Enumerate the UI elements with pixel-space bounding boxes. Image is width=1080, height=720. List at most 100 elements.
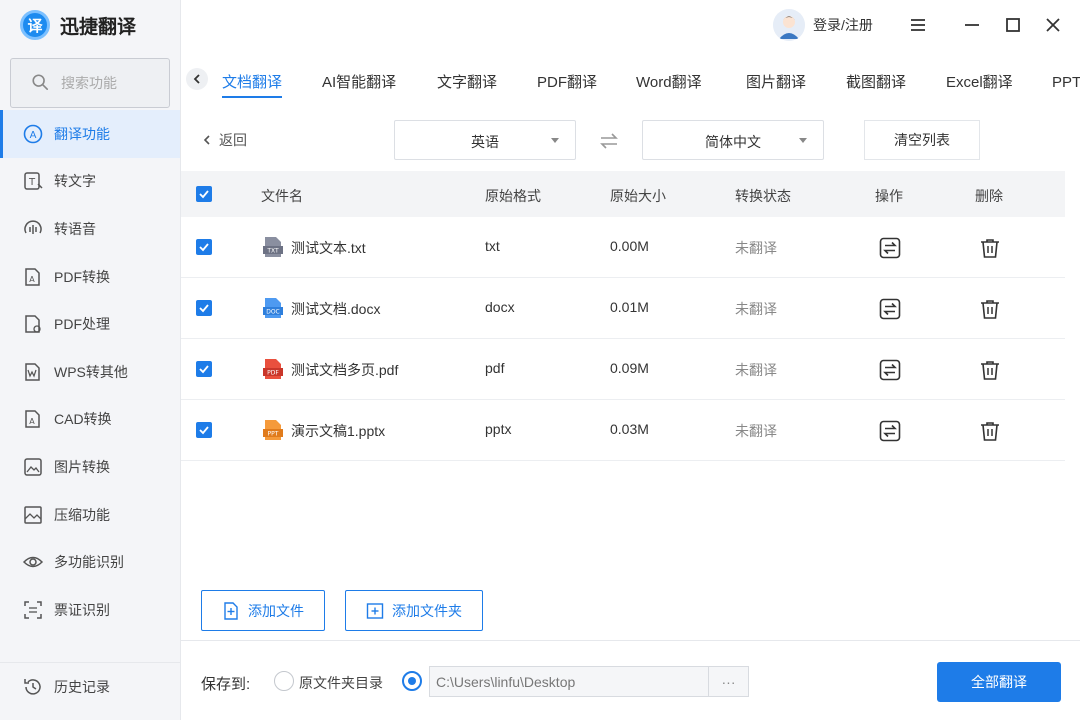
docx-file-icon: DOC bbox=[263, 298, 283, 318]
login-button[interactable]: 登录/注册 bbox=[773, 9, 873, 41]
add-file-button[interactable]: 添加文件 bbox=[201, 590, 325, 631]
search-icon bbox=[31, 73, 49, 94]
file-format: txt bbox=[485, 238, 500, 254]
tab-excel-translate[interactable]: Excel翻译 bbox=[946, 71, 1013, 92]
column-header-status: 转换状态 bbox=[735, 188, 791, 204]
add-folder-button[interactable]: 添加文件夹 bbox=[345, 590, 483, 631]
sidebar-item-history[interactable]: 历史记录 bbox=[0, 662, 180, 710]
footer-bar: 保存到: 原文件夹目录 ··· 全部翻译 bbox=[181, 640, 1080, 720]
tab-ppt-translate[interactable]: PPT翻 bbox=[1052, 71, 1080, 92]
column-header-name: 文件名 bbox=[261, 188, 303, 204]
tab-image-translate[interactable]: 图片翻译 bbox=[746, 71, 806, 92]
pptx-file-icon: PPT bbox=[263, 420, 283, 440]
sidebar-item-label: 转文字 bbox=[54, 173, 96, 190]
target-language-value: 简体中文 bbox=[705, 134, 761, 150]
sidebar-item-cad-convert[interactable]: A CAD转换 bbox=[0, 396, 180, 444]
sidebar-item-compress[interactable]: 压缩功能 bbox=[0, 491, 180, 539]
trash-icon[interactable] bbox=[978, 297, 1002, 321]
row-checkbox[interactable] bbox=[196, 239, 212, 255]
sidebar-item-pdf-convert[interactable]: A PDF转换 bbox=[0, 253, 180, 301]
translate-file-button[interactable] bbox=[878, 236, 902, 260]
source-language-select[interactable]: 英语 bbox=[394, 120, 576, 160]
search-box[interactable] bbox=[10, 58, 170, 108]
trash-icon[interactable] bbox=[978, 419, 1002, 443]
swap-languages-button[interactable] bbox=[598, 130, 620, 152]
tab-text-translate[interactable]: 文字翻译 bbox=[437, 71, 497, 92]
file-size: 0.00M bbox=[610, 238, 649, 254]
chevron-left-icon bbox=[193, 74, 200, 84]
trash-icon[interactable] bbox=[978, 358, 1002, 382]
back-button[interactable]: 返回 bbox=[201, 130, 247, 150]
file-size: 0.01M bbox=[610, 299, 649, 315]
app-window: 译 迅捷翻译 A 翻译功能 T 转文字 bbox=[0, 0, 1080, 720]
back-label: 返回 bbox=[219, 132, 247, 148]
file-format: pdf bbox=[485, 360, 505, 376]
add-file-label: 添加文件 bbox=[248, 602, 304, 619]
row-checkbox[interactable] bbox=[196, 361, 212, 377]
radio-original-folder[interactable] bbox=[274, 671, 294, 691]
close-button[interactable] bbox=[1041, 13, 1065, 37]
brand: 译 迅捷翻译 bbox=[20, 10, 136, 40]
sidebar-item-label: 转语音 bbox=[54, 220, 96, 237]
translate-all-button[interactable]: 全部翻译 bbox=[937, 662, 1061, 702]
login-label: 登录/注册 bbox=[813, 17, 873, 33]
radio-custom-path[interactable] bbox=[402, 671, 422, 691]
clear-list-button[interactable]: 清空列表 bbox=[864, 120, 980, 160]
translate-file-button[interactable] bbox=[878, 297, 902, 321]
compress-icon bbox=[22, 504, 44, 526]
pdf-convert-icon: A bbox=[22, 266, 44, 288]
save-to-label: 保存到: bbox=[201, 676, 251, 693]
tab-ai-translate[interactable]: AI智能翻译 bbox=[322, 71, 396, 92]
sidebar-item-wps-convert[interactable]: WPS转其他 bbox=[0, 348, 180, 396]
sidebar-item-recognition[interactable]: 多功能识别 bbox=[0, 538, 180, 586]
tab-document-translate[interactable]: 文档翻译 bbox=[222, 71, 283, 98]
app-logo-icon: 译 bbox=[20, 10, 50, 40]
svg-text:TXT: TXT bbox=[266, 248, 279, 255]
column-header-action: 操作 bbox=[875, 188, 903, 204]
to-text-icon: T bbox=[22, 170, 44, 192]
output-path-field[interactable] bbox=[429, 666, 709, 697]
menu-button[interactable] bbox=[906, 13, 930, 37]
sidebar-item-pdf-process[interactable]: PDF处理 bbox=[0, 300, 180, 348]
chevron-down-icon bbox=[799, 138, 807, 143]
file-table-header: 文件名 原始格式 原始大小 转换状态 操作 删除 bbox=[181, 171, 1065, 217]
select-all-checkbox[interactable] bbox=[196, 186, 212, 202]
tab-screenshot-translate[interactable]: 截图翻译 bbox=[846, 71, 906, 92]
sidebar-item-label: 压缩功能 bbox=[54, 506, 110, 523]
row-checkbox[interactable] bbox=[196, 422, 212, 438]
sidebar-item-ticket[interactable]: 票证识别 bbox=[0, 586, 180, 634]
app-name: 迅捷翻译 bbox=[60, 16, 137, 38]
svg-text:DOC: DOC bbox=[266, 309, 280, 316]
file-format: pptx bbox=[485, 421, 512, 437]
trash-icon[interactable] bbox=[978, 236, 1002, 260]
sidebar-item-translate[interactable]: A 翻译功能 bbox=[0, 110, 180, 158]
image-convert-icon bbox=[22, 456, 44, 478]
svg-text:PDF: PDF bbox=[267, 370, 279, 377]
tab-pdf-translate[interactable]: PDF翻译 bbox=[537, 71, 597, 92]
sidebar-item-label: 历史记录 bbox=[54, 678, 110, 695]
table-row: PDF 测试文档多页.pdf pdf 0.09M 未翻译 bbox=[181, 339, 1065, 400]
svg-text:A: A bbox=[29, 417, 35, 426]
minimize-button[interactable] bbox=[960, 13, 984, 37]
svg-text:A: A bbox=[29, 275, 35, 284]
cad-convert-icon: A bbox=[22, 408, 44, 430]
search-input[interactable] bbox=[61, 75, 161, 91]
tabs-prev-button[interactable] bbox=[186, 68, 208, 90]
tab-word-translate[interactable]: Word翻译 bbox=[636, 71, 702, 92]
maximize-button[interactable] bbox=[1001, 13, 1025, 37]
row-checkbox[interactable] bbox=[196, 300, 212, 316]
sidebar-item-image-convert[interactable]: 图片转换 bbox=[0, 443, 180, 491]
minimize-icon bbox=[965, 24, 979, 26]
target-language-select[interactable]: 简体中文 bbox=[642, 120, 824, 160]
sidebar-item-to-voice[interactable]: 转语音 bbox=[0, 205, 180, 253]
chevron-left-icon bbox=[203, 135, 210, 145]
chevron-down-icon bbox=[551, 138, 559, 143]
check-icon bbox=[199, 365, 209, 374]
translate-file-button[interactable] bbox=[878, 358, 902, 382]
browse-path-button[interactable]: ··· bbox=[708, 666, 749, 697]
translate-file-button[interactable] bbox=[878, 419, 902, 443]
sidebar-nav: A 翻译功能 T 转文字 转语音 A PDF转换 PDF处理 WPS转其他 A … bbox=[0, 110, 180, 653]
sidebar-item-to-text[interactable]: T 转文字 bbox=[0, 158, 180, 206]
sidebar-item-label: 多功能识别 bbox=[54, 554, 124, 571]
file-name: 测试文档.docx bbox=[291, 301, 381, 317]
